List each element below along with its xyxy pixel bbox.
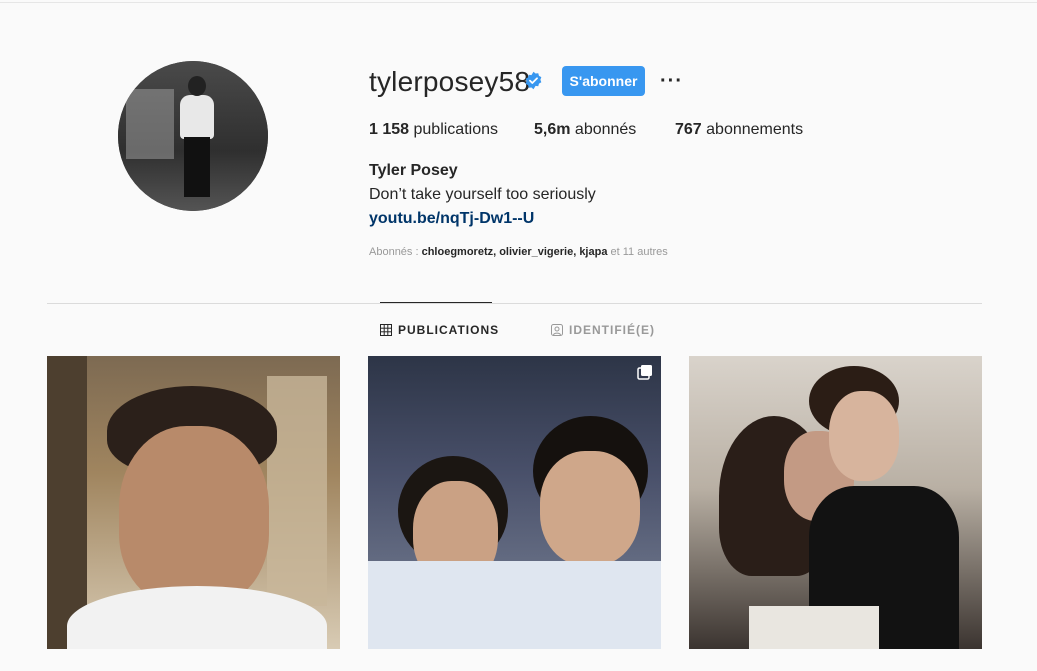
followed-by-prefix: Abonnés : (369, 246, 422, 258)
post-thumbnail[interactable] (368, 356, 661, 649)
followers-count-value: 5,6m (534, 121, 571, 138)
posts-count-label: publications (409, 121, 498, 138)
profile-bio: Don’t take yourself too seriously (369, 186, 596, 203)
profile-link[interactable]: youtu.be/nqTj-Dw1--U (369, 210, 534, 228)
posts-count-value: 1 158 (369, 121, 410, 138)
tab-publications[interactable]: PUBLICATIONS (380, 323, 499, 337)
grid-icon (380, 324, 392, 336)
followed-by[interactable]: Abonnés : chloegmoretz, olivier_vigerie,… (369, 246, 668, 258)
verified-badge-icon (525, 71, 542, 90)
post-thumbnail[interactable] (47, 356, 340, 649)
tab-tagged[interactable]: IDENTIFIÉ(E) (551, 323, 655, 337)
following-count-value: 767 (675, 121, 702, 138)
profile-username: tylerposey58 (369, 66, 531, 97)
follow-button[interactable]: S'abonner (562, 66, 645, 96)
top-border (0, 2, 1037, 3)
active-tab-indicator (380, 302, 492, 303)
profile-full-name: Tyler Posey (369, 162, 458, 179)
tagged-icon (551, 324, 563, 336)
multiple-photos-icon (637, 365, 652, 380)
tabs-divider (47, 303, 982, 304)
followers-count[interactable]: 5,6m abonnés (534, 121, 636, 139)
tab-tagged-label: IDENTIFIÉ(E) (569, 323, 655, 337)
followed-by-names: chloegmoretz, olivier_vigerie, kjapa (421, 246, 608, 258)
posts-count: 1 158 publications (369, 121, 498, 139)
followers-count-label: abonnés (570, 121, 637, 138)
tab-publications-label: PUBLICATIONS (398, 323, 500, 337)
following-count[interactable]: 767 abonnements (675, 121, 803, 139)
profile-avatar[interactable] (118, 61, 268, 211)
followed-by-suffix: et 11 autres (607, 246, 668, 258)
more-options-icon[interactable]: ··· (660, 70, 683, 93)
post-thumbnail[interactable] (689, 356, 982, 649)
following-count-label: abonnements (701, 121, 804, 138)
